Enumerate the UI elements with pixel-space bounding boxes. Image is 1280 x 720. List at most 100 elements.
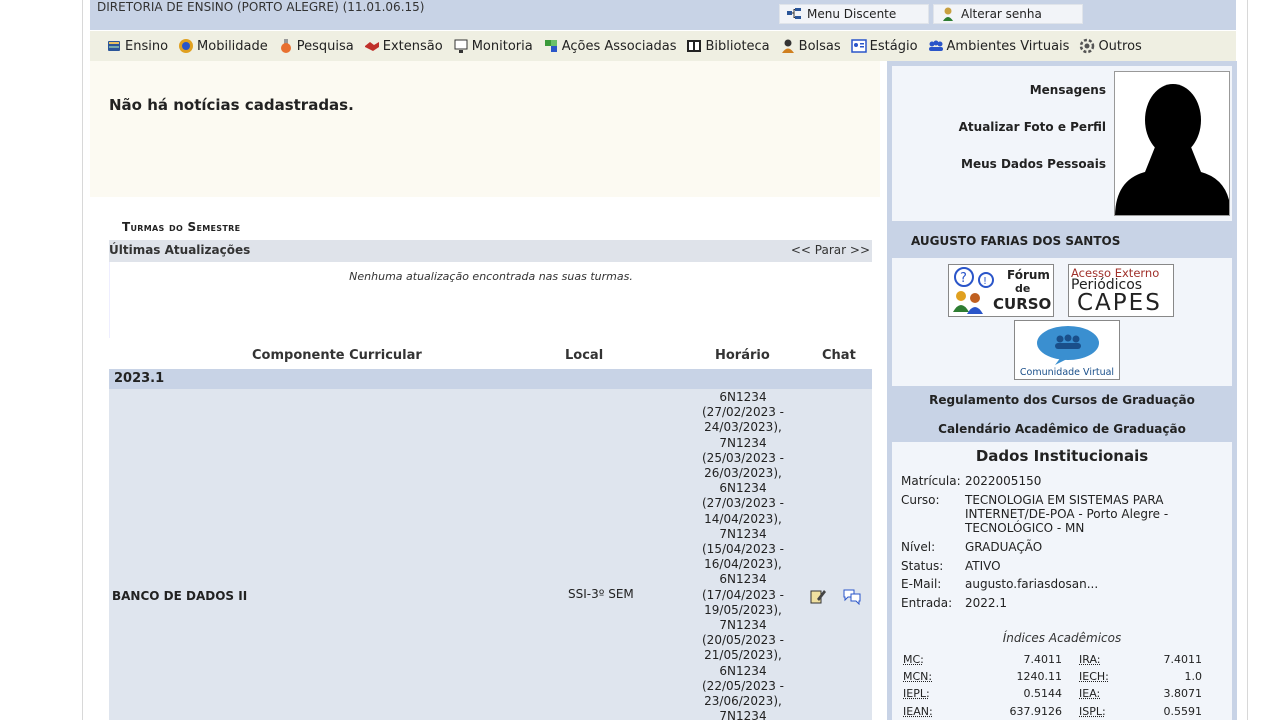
indices-title: Índices Acadêmicos xyxy=(1002,631,1122,645)
menu-label: Biblioteca xyxy=(705,38,770,54)
index-key: IEA: xyxy=(1079,687,1101,700)
left-margin xyxy=(0,0,83,720)
matricula-value: 2022005150 xyxy=(965,474,1042,488)
menu-ambientes-virtuais[interactable]: Ambientes Virtuais xyxy=(928,38,1069,54)
menu-biblioteca[interactable]: Biblioteca xyxy=(686,38,770,54)
edit-notes-icon[interactable] xyxy=(809,587,827,609)
globe-icon xyxy=(178,38,194,54)
right-margin xyxy=(1247,0,1280,720)
menu-estagio[interactable]: Estágio xyxy=(850,38,918,54)
svg-text:?: ? xyxy=(960,271,967,286)
menu-monitoria[interactable]: Monitoria xyxy=(453,38,533,54)
news-panel: Não há notícias cadastradas. xyxy=(90,61,880,197)
menu-label: Pesquisa xyxy=(296,38,354,54)
index-value: 1.0 xyxy=(1184,670,1203,683)
capes-label-3: CAPES xyxy=(1077,290,1162,316)
index-value: 7.4011 xyxy=(1023,653,1063,666)
forum-curso-badge[interactable]: ?! Fórum de CURSO xyxy=(948,264,1054,317)
index-value: 7.4011 xyxy=(1163,653,1203,666)
index-value: 3.8071 xyxy=(1163,687,1203,700)
index-key: MC: xyxy=(903,653,924,666)
email-label: E-Mail: xyxy=(901,577,942,591)
entrada-value: 2022.1 xyxy=(965,596,1007,610)
menu-bolsas[interactable]: Bolsas xyxy=(780,38,841,54)
menu-discente-label: Menu Discente xyxy=(807,7,897,21)
index-key: MCN: xyxy=(903,670,933,683)
news-message: Não há notícias cadastradas. xyxy=(109,96,354,114)
curso-value: TECNOLOGIA EM SISTEMAS PARA INTERNET/DE-… xyxy=(965,493,1169,535)
index-value: 637.9126 xyxy=(1009,705,1063,718)
community-bubble-icon xyxy=(1037,326,1099,365)
index-key: IRA: xyxy=(1079,653,1101,666)
menu-label: Ensino xyxy=(125,38,169,54)
updates-header: Últimas Atualizações << Parar >> xyxy=(109,240,872,262)
menu-pesquisa[interactable]: Pesquisa xyxy=(278,38,354,54)
comunidade-virtual-badge[interactable]: Comunidade Virtual xyxy=(1014,320,1120,380)
puzzle-icon xyxy=(543,38,559,54)
status-label: Status: xyxy=(901,559,944,573)
top-bar: DIRETORIA DE ENSINO (PORTO ALEGRE) (11.0… xyxy=(90,0,1236,30)
page-main: DIRETORIA DE ENSINO (PORTO ALEGRE) (11.0… xyxy=(84,0,1247,720)
people-icon xyxy=(928,38,944,54)
matricula-label: Matrícula: xyxy=(901,474,961,488)
updates-empty-message: Nenhuma atualização encontrada nas suas … xyxy=(349,270,633,283)
column-header-chat: Chat xyxy=(822,348,856,363)
avatar xyxy=(1114,71,1230,216)
menu-ensino[interactable]: Ensino xyxy=(106,38,168,54)
calendario-link[interactable]: Calendário Acadêmico de Graduação xyxy=(892,415,1232,443)
capes-badge[interactable]: Acesso Externo Periódicos CAPES xyxy=(1068,264,1174,317)
column-header-componente: Componente Curricular xyxy=(252,348,422,363)
profile-box: Mensagens Atualizar Foto e Perfil Meus D… xyxy=(892,66,1232,221)
updates-stop-control[interactable]: << Parar >> xyxy=(791,243,870,257)
curso-label: Curso: xyxy=(901,493,940,507)
menu-mobilidade[interactable]: Mobilidade xyxy=(178,38,268,54)
menu-outros[interactable]: Outros xyxy=(1079,38,1142,54)
menu-acoes-associadas[interactable]: Ações Associadas xyxy=(543,38,676,54)
menu-label: Bolsas xyxy=(798,38,841,54)
library-icon xyxy=(686,38,702,54)
person-icon xyxy=(780,38,796,54)
menu-label: Estágio xyxy=(869,38,918,54)
index-value: 0.5144 xyxy=(1023,687,1063,700)
course-schedule: 6N1234 (27/02/2023 - 24/03/2023), 7N1234… xyxy=(702,390,784,720)
forum-label-2: de xyxy=(1015,282,1031,295)
menu-label: Mobilidade xyxy=(197,38,268,54)
mensagens-link[interactable]: Mensagens xyxy=(1030,83,1106,97)
updates-title: Últimas Atualizações xyxy=(109,243,251,257)
alterar-senha-label: Alterar senha xyxy=(961,7,1042,21)
menu-tree-icon xyxy=(786,6,802,22)
status-value: ATIVO xyxy=(965,559,1001,573)
atualizar-foto-link[interactable]: Atualizar Foto e Perfil xyxy=(959,120,1106,134)
menu-label: Outros xyxy=(1098,38,1142,54)
course-name-link[interactable]: BANCO DE DADOS II xyxy=(112,589,247,603)
handshake-icon xyxy=(364,38,380,54)
index-value: 1240.11 xyxy=(1016,670,1063,683)
main-menu-bar: Ensino Mobilidade Pesquisa Extensão Moni… xyxy=(90,31,1236,61)
alterar-senha-button[interactable]: Alterar senha xyxy=(933,4,1083,24)
user-key-icon xyxy=(940,6,956,22)
monitor-icon xyxy=(453,38,469,54)
institutional-data: Dados Institucionais Matrícula: 20220051… xyxy=(892,442,1232,720)
regulamento-link[interactable]: Regulamento dos Cursos de Graduação xyxy=(892,386,1232,414)
book-icon xyxy=(106,38,122,54)
semester-row: 2023.1 xyxy=(109,369,872,389)
menu-extensao[interactable]: Extensão xyxy=(364,38,443,54)
comunidade-label: Comunidade Virtual xyxy=(1019,367,1115,378)
courses-table-header: Componente Curricular Local Horário Chat xyxy=(109,346,872,368)
menu-discente-button[interactable]: Menu Discente xyxy=(779,4,929,24)
quick-links: ?! Fórum de CURSO Acesso Externo Periódi… xyxy=(892,258,1232,386)
meus-dados-link[interactable]: Meus Dados Pessoais xyxy=(961,157,1106,171)
gear-icon xyxy=(1079,38,1095,54)
department-label: DIRETORIA DE ENSINO (PORTO ALEGRE) (11.0… xyxy=(97,0,425,14)
column-header-local: Local xyxy=(565,348,604,363)
column-header-horario: Horário xyxy=(715,348,770,363)
index-key: IECH: xyxy=(1079,670,1109,683)
entrada-label: Entrada: xyxy=(901,596,953,610)
profile-sidebar: Mensagens Atualizar Foto e Perfil Meus D… xyxy=(887,61,1237,720)
id-card-icon xyxy=(850,38,867,54)
menu-label: Monitoria xyxy=(471,38,533,54)
nivel-value: GRADUAÇÃO xyxy=(965,540,1043,554)
chat-icon[interactable] xyxy=(842,587,862,609)
user-name: AUGUSTO FARIAS DOS SANTOS xyxy=(911,234,1121,248)
menu-label: Extensão xyxy=(382,38,443,54)
